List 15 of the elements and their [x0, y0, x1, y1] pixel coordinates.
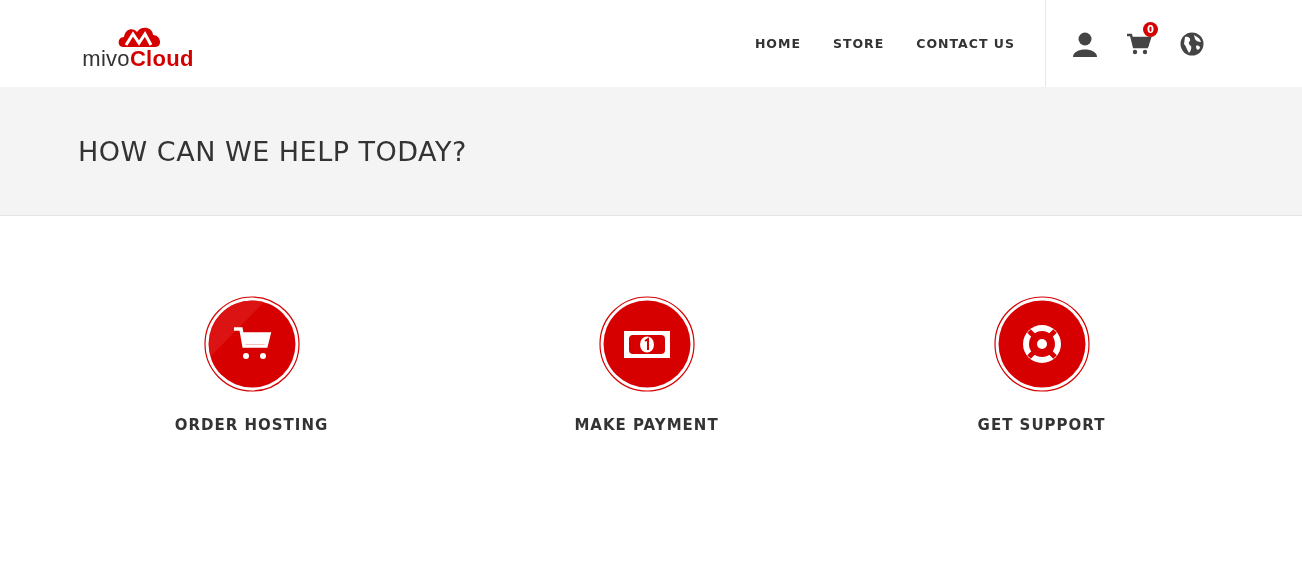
cart-icon[interactable] — [1126, 31, 1152, 56]
nav-link[interactable]: HOME — [754, 36, 801, 51]
cart-count-badge: 0 — [1143, 21, 1158, 37]
user-icon[interactable] — [1072, 30, 1098, 57]
action-link[interactable]: MAKE PAYMENT — [574, 416, 719, 434]
logo-text[interactable]: mivoCloud — [82, 48, 194, 69]
action-link[interactable]: ORDER HOSTING — [174, 416, 329, 434]
nav-link[interactable]: CONTACT US — [916, 36, 1015, 51]
cart-circle-icon[interactable] — [203, 296, 300, 392]
action-link[interactable]: GET SUPPORT — [977, 416, 1106, 434]
page-heading: HOW CAN WE HELP TODAY? — [78, 135, 467, 167]
nav-link[interactable]: STORE — [832, 36, 885, 51]
globe-icon[interactable] — [1180, 31, 1204, 56]
lifebuoy-circle-icon[interactable] — [993, 296, 1090, 392]
banknote-circle-icon[interactable] — [598, 296, 695, 392]
